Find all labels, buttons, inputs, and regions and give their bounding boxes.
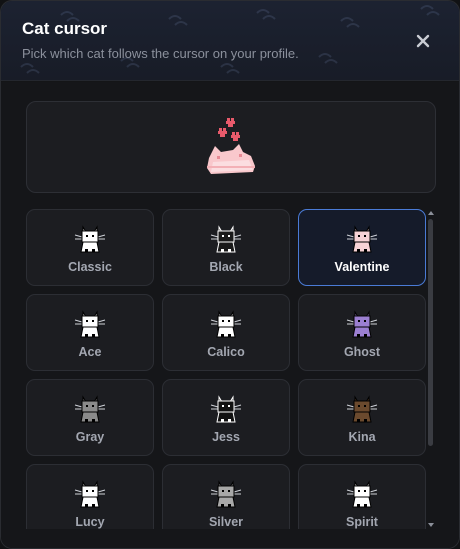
- cat-cursor-dialog: Cat cursor Pick which cat follows the cu…: [0, 0, 460, 549]
- cat-option-ghost[interactable]: Ghost: [298, 294, 426, 371]
- scroll-down-arrow-icon[interactable]: [427, 521, 435, 529]
- calico-cat-icon: [209, 306, 243, 340]
- cat-option-calico[interactable]: Calico: [162, 294, 290, 371]
- jess-cat-icon: [209, 391, 243, 425]
- classic-cat-icon: [73, 221, 107, 255]
- dialog-subtitle: Pick which cat follows the cursor on you…: [22, 46, 299, 61]
- dialog-body: Classic Black Valentine Ace Calico Ghost Gray J…: [1, 82, 459, 548]
- cat-option-kina[interactable]: Kina: [298, 379, 426, 456]
- spirit-cat-icon: [345, 476, 379, 510]
- dialog-header: Cat cursor Pick which cat follows the cu…: [1, 1, 459, 81]
- scrollbar[interactable]: [426, 209, 436, 529]
- close-icon: [416, 34, 430, 48]
- black-cat-icon: [209, 221, 243, 255]
- scrollbar-thumb[interactable]: [428, 219, 433, 446]
- cat-option-classic[interactable]: Classic: [26, 209, 154, 286]
- cat-option-label: Spirit: [346, 515, 378, 529]
- cat-preview: [26, 101, 436, 193]
- cat-option-silver[interactable]: Silver: [162, 464, 290, 529]
- cat-option-label: Black: [209, 260, 243, 274]
- cat-option-gray[interactable]: Gray: [26, 379, 154, 456]
- cat-option-jess[interactable]: Jess: [162, 379, 290, 456]
- cat-option-valentine[interactable]: Valentine: [298, 209, 426, 286]
- close-button[interactable]: [410, 28, 436, 54]
- valentine-cat-with-hearts-icon: [207, 118, 255, 174]
- link-pattern-decoration: [20, 5, 440, 74]
- dialog-title: Cat cursor: [22, 19, 108, 38]
- cat-option-label: Ace: [78, 345, 102, 359]
- kina-cat-icon: [345, 391, 379, 425]
- cat-grid: Classic Black Valentine Ace Calico Ghost Gray J…: [26, 209, 426, 529]
- scroll-up-arrow-icon[interactable]: [427, 209, 435, 217]
- cat-option-label: Kina: [348, 430, 376, 444]
- cat-option-label: Silver: [208, 515, 244, 529]
- cat-option-black[interactable]: Black: [162, 209, 290, 286]
- gray-cat-icon: [73, 391, 107, 425]
- ghost-cat-icon: [345, 306, 379, 340]
- cat-option-label: Calico: [207, 345, 245, 359]
- valentine-cat-icon: [345, 221, 379, 255]
- cat-option-label: Jess: [212, 430, 240, 444]
- cat-option-ace[interactable]: Ace: [26, 294, 154, 371]
- cat-option-label: Lucy: [75, 515, 105, 529]
- cat-option-label: Gray: [75, 430, 105, 444]
- cat-option-spirit[interactable]: Spirit: [298, 464, 426, 529]
- cat-option-label: Valentine: [334, 260, 390, 274]
- silver-cat-icon: [209, 476, 243, 510]
- cat-option-lucy[interactable]: Lucy: [26, 464, 154, 529]
- cat-option-label: Classic: [68, 260, 112, 274]
- ace-cat-icon: [73, 306, 107, 340]
- cat-option-label: Ghost: [343, 345, 381, 359]
- lucy-cat-icon: [73, 476, 107, 510]
